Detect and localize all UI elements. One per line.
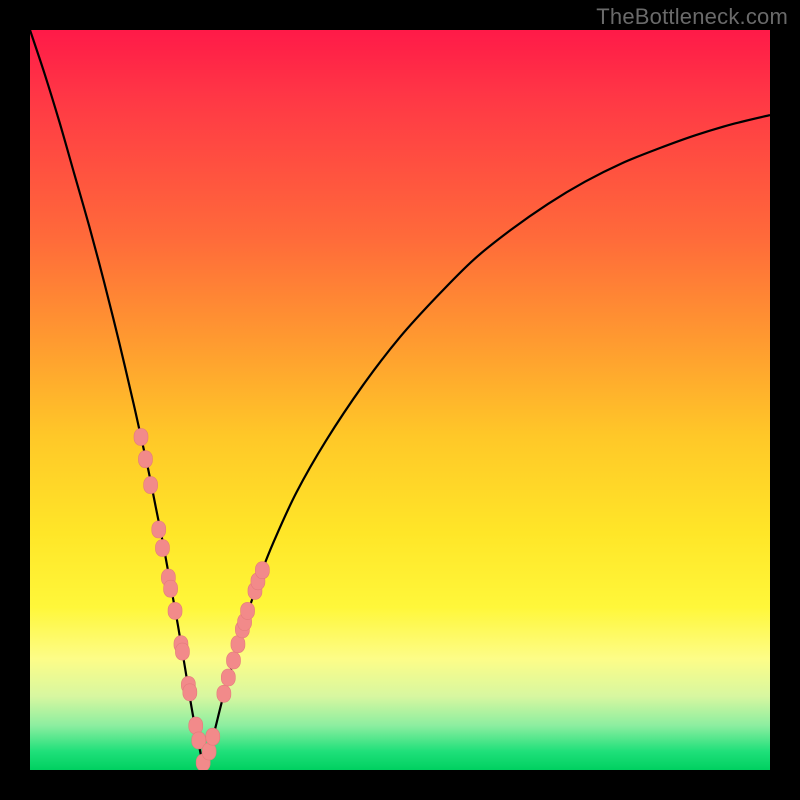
bottleneck-curve (30, 30, 770, 767)
chart-svg (30, 30, 770, 770)
highlighted-points (134, 429, 269, 771)
marker-point (206, 728, 220, 745)
marker-point (152, 521, 166, 538)
marker-point (138, 451, 152, 468)
marker-point (189, 717, 203, 734)
chart-plot-area (30, 30, 770, 770)
marker-point (217, 685, 231, 702)
marker-point (134, 429, 148, 446)
marker-point (164, 580, 178, 597)
marker-point (231, 636, 245, 653)
marker-point (202, 743, 216, 760)
marker-point (241, 602, 255, 619)
marker-point (175, 643, 189, 660)
marker-point (255, 562, 269, 579)
marker-point (168, 602, 182, 619)
marker-point (144, 477, 158, 494)
marker-point (227, 652, 241, 669)
marker-point (155, 540, 169, 557)
chart-frame: TheBottleneck.com (0, 0, 800, 800)
marker-point (221, 669, 235, 686)
watermark-text: TheBottleneck.com (596, 4, 788, 30)
marker-point (183, 684, 197, 701)
